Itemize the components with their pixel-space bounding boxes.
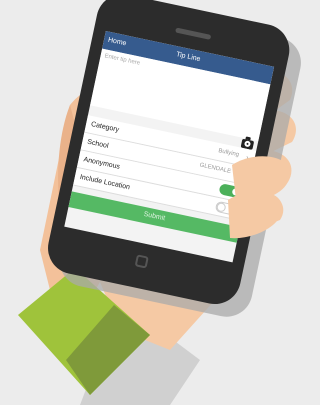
illustration: Home Tip Line Enter tip here Category Bu… (0, 0, 313, 405)
fingers-overlay (228, 156, 291, 239)
